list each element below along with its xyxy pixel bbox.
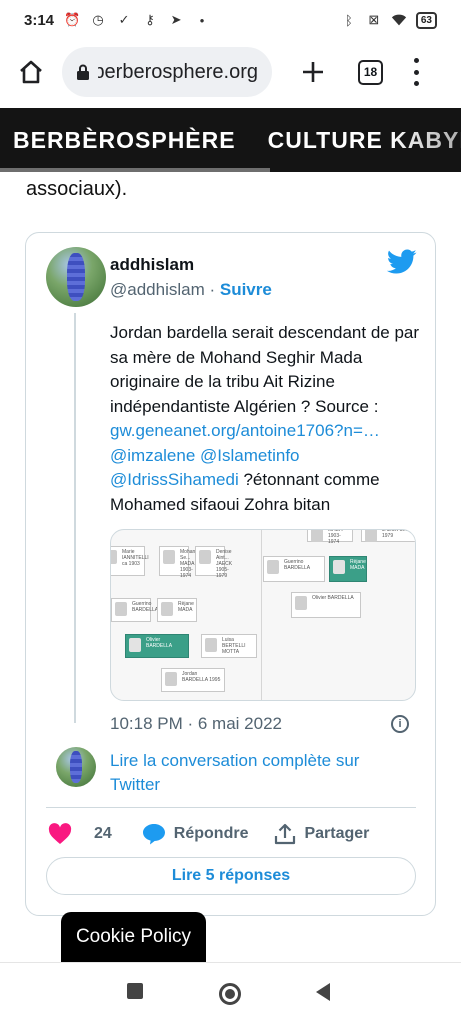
alarm-off-icon: ⏰	[63, 12, 81, 27]
like-button[interactable]: 24	[48, 823, 112, 845]
read-conversation-link[interactable]: Lire la conversation complète sur Twitte…	[110, 749, 410, 797]
mention-imzalene[interactable]: @imzalene	[110, 446, 195, 465]
site-nav: BERBÈROSPHÈRE CULTURE KABYLE	[0, 108, 461, 172]
bluetooth-icon: ᛒ	[344, 12, 353, 28]
reply-label: Répondre	[173, 825, 249, 842]
cookie-policy-button[interactable]: Cookie Policy	[61, 912, 206, 962]
tweet-embed: addhislam @addhislam · Suivre Jordan bar…	[25, 232, 436, 916]
handle-separator: ·	[204, 280, 220, 299]
read-replies-button[interactable]: Lire 5 réponses	[46, 857, 416, 895]
tree-node: Guerrino BARDELLA	[263, 556, 325, 582]
wifi-icon	[391, 12, 407, 28]
tree-node: Marie IANNITELLI ca 1903	[111, 546, 149, 576]
avatar-small	[56, 747, 96, 787]
heart-icon	[48, 823, 72, 844]
thread-line	[74, 313, 76, 723]
browser-toolbar: berberosphere.org 18	[0, 40, 461, 104]
tree-node: Guerrino BARDELLA	[111, 598, 158, 622]
tree-node: Luisa BERTELLI MOTTA	[201, 634, 257, 658]
like-count: 24	[94, 825, 112, 842]
nav-item-berberosphere[interactable]: BERBÈROSPHÈRE	[0, 127, 236, 154]
tree-node: Jordan BARDELLA 1995	[161, 668, 225, 692]
tree-node: Rèjane MADA	[329, 556, 367, 582]
check-icon: ✓	[118, 12, 130, 27]
share-label: Partager	[304, 825, 370, 842]
nav-item-culture-kabyle[interactable]: CULTURE KABYLE	[236, 127, 461, 154]
handle-text[interactable]: @addhislam	[110, 280, 205, 299]
divider	[46, 807, 416, 808]
tree-node: JAECK 1905-1979	[361, 530, 415, 542]
share-icon	[275, 823, 296, 845]
telegram-icon: ➤	[170, 12, 182, 27]
mention-islametinfo[interactable]: @Islametinfo	[200, 446, 299, 465]
tweet-timestamp[interactable]: 10:18 PM · 6 mai 2022	[110, 714, 282, 734]
tweet-actions: 24 Répondre Partager	[48, 819, 418, 849]
home-icon	[20, 60, 42, 84]
tab-switcher-button[interactable]: 18	[358, 59, 383, 85]
battery-icon: 63	[415, 11, 437, 29]
tree-node: MADA 1903-1974	[307, 530, 353, 545]
reply-button[interactable]: Répondre	[142, 823, 249, 845]
follow-button[interactable]: Suivre	[220, 280, 272, 299]
system-nav-bar	[0, 963, 461, 1024]
tweet-author-name[interactable]: addhislam	[110, 255, 194, 275]
dot-icon: •	[199, 12, 205, 28]
twitter-bird-icon[interactable]	[387, 249, 417, 275]
new-tab-button[interactable]	[298, 57, 328, 87]
mention-idrisssihamedi[interactable]: @IdrissSihamedi	[110, 470, 239, 489]
home-system-button[interactable]	[219, 983, 241, 1005]
status-time: 3:14	[24, 11, 55, 29]
lock-icon	[77, 64, 89, 80]
tweet-link[interactable]: gw.geneanet.org/antoine1706?n=…	[110, 421, 380, 440]
tree-node: Olivier BARDELLA	[125, 634, 189, 658]
tweet-author-handle: @addhislam · Suivre	[110, 280, 272, 300]
tweet-text: Jordan bardella serait descendant de par…	[110, 321, 420, 517]
alarm-icon: ◷	[92, 12, 104, 27]
no-sim-icon: ⊠	[368, 12, 380, 27]
tree-node: Mohand Se... MADA 1903-1974	[159, 546, 198, 579]
back-button[interactable]	[316, 983, 330, 1001]
tree-node: Denise Aint... JAECK 1905-1979	[195, 546, 232, 579]
tweet-text-body: Jordan bardella serait descendant de par…	[110, 323, 420, 416]
reply-icon	[142, 824, 165, 845]
tweet-media-image[interactable]: Marie IANNITELLI ca 1903 Mohand Se... MAD…	[110, 529, 416, 701]
nav-active-underline	[0, 168, 270, 172]
tree-node: Olivier BARDELLA	[291, 592, 361, 618]
avatar[interactable]	[46, 247, 106, 307]
info-icon[interactable]: i	[391, 715, 409, 733]
tree-node: Rèjane MADA	[157, 598, 197, 622]
url-bar[interactable]: berberosphere.org	[62, 47, 272, 97]
status-bar: 3:14 ⏰ ◷ ✓ ⚷ ➤ • ᛒ ⊠ 63	[0, 0, 461, 40]
plus-icon	[303, 62, 323, 82]
article-text: associaux).	[26, 178, 128, 200]
share-button[interactable]: Partager	[274, 823, 369, 845]
url-text: berberosphere.org	[98, 60, 258, 83]
recents-button[interactable]	[127, 983, 143, 999]
key-icon: ⚷	[145, 12, 155, 27]
home-button[interactable]	[14, 55, 48, 89]
more-menu-button[interactable]	[411, 58, 421, 86]
